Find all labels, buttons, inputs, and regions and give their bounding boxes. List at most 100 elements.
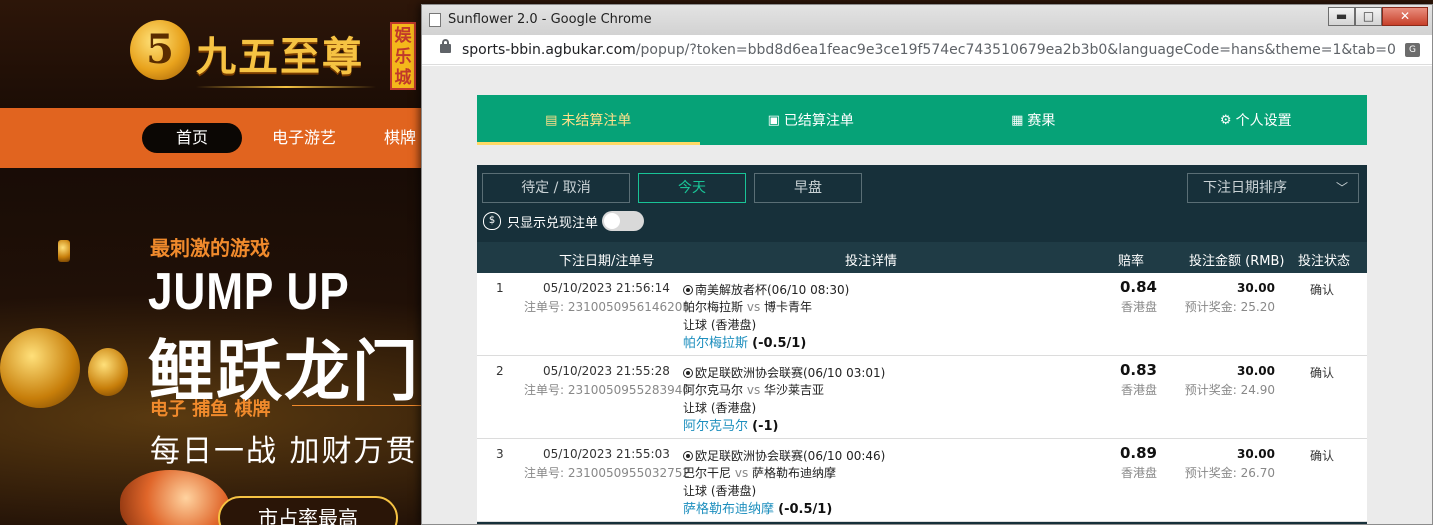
bets-panel: 待定 / 取消 今天 早盘 下注日期排序 ﹀ $ 只显示兑现注单 下注日期/注单… xyxy=(477,165,1367,524)
lock-icon[interactable] xyxy=(440,39,451,53)
site-logo-mark: 5 xyxy=(130,20,190,80)
bet-teams: 帕尔梅拉斯 vs 博卡青年 xyxy=(683,298,812,315)
site-logo-text: 九五至尊 xyxy=(196,33,364,80)
maximize-button[interactable]: □ xyxy=(1355,7,1382,26)
nav-item-cards[interactable]: 棋牌 xyxy=(384,123,416,153)
row-index: 1 xyxy=(496,281,504,295)
soccer-ball-icon xyxy=(683,451,693,461)
vs-label: vs xyxy=(746,383,761,397)
bets-table: 1 05/10/2023 21:56:14 注单号: 2310050956146… xyxy=(477,273,1367,522)
tab-settled[interactable]: ▣ 已结算注单 xyxy=(700,95,923,145)
bet-status: 确认 xyxy=(1310,449,1335,463)
filter-pending-button[interactable]: 待定 / 取消 xyxy=(482,173,630,203)
odds-type: 香港盘 xyxy=(1120,383,1157,397)
table-row[interactable]: 3 05/10/2023 21:55:03 注单号: 2310050955032… xyxy=(477,439,1367,522)
tab-label: 个人设置 xyxy=(1235,113,1292,129)
site-logo-tag: 娱乐城 xyxy=(390,22,416,90)
table-row[interactable]: 2 05/10/2023 21:55:28 注单号: 2310050955283… xyxy=(477,356,1367,439)
header-date: 下注日期/注单号 xyxy=(559,254,655,269)
bet-pick: 阿尔克马尔 (-1) xyxy=(683,415,778,434)
row-index: 3 xyxy=(496,447,504,461)
bet-teams: 阿尔克马尔 vs 华沙莱吉亚 xyxy=(683,381,824,398)
estimated-win: 预计奖金: 25.20 xyxy=(1184,300,1275,314)
coin-decoration xyxy=(88,348,128,396)
league-text: 欧足联欧洲协会联赛(06/10 00:46) xyxy=(695,449,886,463)
filter-today-button[interactable]: 今天 xyxy=(638,173,746,203)
tab-results[interactable]: ▦ 赛果 xyxy=(922,95,1145,145)
page-content: ▤ 未结算注单 ▣ 已结算注单 ▦ 赛果 ⚙ 个人设置 待定 / 取消 今天 早… xyxy=(422,66,1432,524)
filter-early-button[interactable]: 早盘 xyxy=(754,173,862,203)
pick-handicap: (-0.5/1) xyxy=(752,336,807,351)
tab-label: 未结算注单 xyxy=(561,113,632,129)
header-stake: 投注金额 (RMB) xyxy=(1189,254,1285,269)
bet-slip-number: 注单号: 2310050955032752 xyxy=(524,466,691,480)
coin-decoration xyxy=(58,240,70,262)
banner-tags: 电子 捕鱼 棋牌 xyxy=(150,399,271,420)
checklist-icon: ▣ xyxy=(767,112,780,128)
banner-headline-en: JUMP UP xyxy=(148,263,350,321)
banner-divider xyxy=(292,405,422,406)
filter-row: 待定 / 取消 今天 早盘 xyxy=(482,173,870,203)
bet-stake: 30.00 xyxy=(1237,364,1275,378)
tab-label: 赛果 xyxy=(1027,113,1056,129)
pick-handicap: (-0.5/1) xyxy=(778,502,833,517)
estimated-win: 预计奖金: 26.70 xyxy=(1184,466,1275,480)
banner-slogan: 最刺激的游戏 xyxy=(150,236,270,260)
bet-pick: 萨格勒布迪纳摩 (-0.5/1) xyxy=(683,498,832,517)
window-title: Sunflower 2.0 - Google Chrome xyxy=(448,12,652,27)
translate-icon[interactable]: G xyxy=(1405,43,1420,57)
scoreboard-icon: ▦ xyxy=(1011,112,1024,128)
banner-daily: 每日一战 加财万贯 xyxy=(150,434,418,469)
odds-type: 香港盘 xyxy=(1120,300,1157,314)
home-team: 巴尔干尼 xyxy=(683,466,732,480)
window-controls: ▬ □ ✕ xyxy=(1328,7,1428,27)
bet-type: 让球 (香港盘) xyxy=(683,401,757,415)
header-status: 投注状态 xyxy=(1298,254,1351,269)
chevron-down-icon: ﹀ xyxy=(1335,181,1348,195)
receipt-icon: ▤ xyxy=(545,112,558,128)
cashout-toggle[interactable] xyxy=(602,211,645,231)
nav-item-slots[interactable]: 电子游艺 xyxy=(272,123,336,153)
tab-label: 已结算注单 xyxy=(783,113,854,129)
banner-button[interactable]: 市占率最高 xyxy=(218,496,398,525)
tab-unsettled[interactable]: ▤ 未结算注单 xyxy=(477,95,700,145)
soccer-ball-icon xyxy=(683,368,693,378)
coin-decoration xyxy=(0,328,80,408)
toggle-knob xyxy=(604,213,621,229)
league-text: 欧足联欧洲协会联赛(06/10 03:01) xyxy=(695,366,886,380)
bet-date: 05/10/2023 21:55:03 xyxy=(543,447,670,461)
nav-item-home[interactable]: 首页 xyxy=(142,123,242,153)
pick-team: 阿尔克马尔 xyxy=(683,419,749,434)
cashout-toggle-label: 只显示兑现注单 xyxy=(507,215,599,231)
bet-slip-number: 注单号: 2310050955283940 xyxy=(524,383,691,397)
vs-label: vs xyxy=(734,466,749,480)
estimated-win: 预计奖金: 24.90 xyxy=(1184,383,1275,397)
tab-bar: ▤ 未结算注单 ▣ 已结算注单 ▦ 赛果 ⚙ 个人设置 xyxy=(477,95,1367,145)
bet-league: 欧足联欧洲协会联赛(06/10 00:46) xyxy=(683,447,885,464)
header-odds: 赔率 xyxy=(1118,254,1145,269)
bet-odds: 0.83 xyxy=(1119,361,1157,379)
address-bar[interactable]: sports-bbin.agbukar.com/popup/?token=bbd… xyxy=(422,35,1432,65)
row-index: 2 xyxy=(496,364,504,378)
vs-label: vs xyxy=(746,300,761,314)
close-button[interactable]: ✕ xyxy=(1382,7,1428,26)
sort-select[interactable]: 下注日期排序 ﹀ xyxy=(1187,173,1359,203)
gear-icon: ⚙ xyxy=(1219,112,1232,128)
window-titlebar[interactable]: Sunflower 2.0 - Google Chrome ▬ □ ✕ xyxy=(422,5,1432,35)
page-icon xyxy=(429,13,441,27)
minimize-button[interactable]: ▬ xyxy=(1328,7,1355,26)
pick-team: 帕尔梅拉斯 xyxy=(683,336,749,351)
bet-status: 确认 xyxy=(1310,283,1335,297)
cashout-filter: $ 只显示兑现注单 xyxy=(483,209,645,233)
bet-type: 让球 (香港盘) xyxy=(683,318,757,332)
header-detail: 投注详情 xyxy=(845,254,898,269)
home-team: 帕尔梅拉斯 xyxy=(683,300,744,314)
table-row[interactable]: 1 05/10/2023 21:56:14 注单号: 2310050956146… xyxy=(477,273,1367,356)
logo-underline xyxy=(196,86,376,88)
url-text[interactable]: sports-bbin.agbukar.com/popup/?token=bbd… xyxy=(462,42,1396,58)
tab-settings[interactable]: ⚙ 个人设置 xyxy=(1145,95,1368,145)
away-team: 萨格勒布迪纳摩 xyxy=(752,466,837,480)
bet-stake: 30.00 xyxy=(1237,447,1275,461)
pick-handicap: (-1) xyxy=(752,419,779,434)
league-text: 南美解放者杯(06/10 08:30) xyxy=(695,283,850,297)
